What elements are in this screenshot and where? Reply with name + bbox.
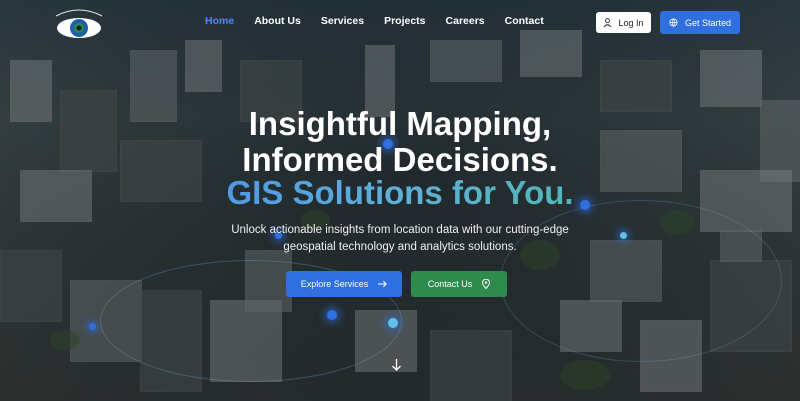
hero-headline-line2: Informed Decisions. (242, 141, 558, 178)
network-dot (89, 323, 96, 330)
globe-icon (669, 18, 678, 27)
hero-headline-line1: Insightful Mapping, (248, 105, 552, 142)
nav-projects[interactable]: Projects (384, 15, 425, 27)
nav-contact[interactable]: Contact (505, 15, 544, 27)
eye-globe-logo-icon (55, 9, 103, 38)
explore-services-button[interactable]: Explore Services (286, 271, 402, 297)
login-button[interactable]: Log In (596, 12, 651, 33)
nav-services[interactable]: Services (321, 15, 364, 27)
nav-about-us[interactable]: About Us (254, 15, 301, 27)
scroll-down-indicator[interactable] (391, 359, 402, 374)
arrow-down-icon (392, 359, 401, 371)
network-dot (327, 310, 337, 320)
get-started-label: Get Started (684, 17, 732, 28)
brand-logo[interactable] (52, 6, 106, 38)
explore-services-label: Explore Services (300, 279, 369, 289)
hero-headline-line3: GIS Solutions for You. (0, 175, 800, 211)
arrow-right-icon (378, 280, 388, 288)
network-dot (388, 318, 398, 328)
hero-section: Home About Us Services Projects Careers … (0, 0, 800, 401)
get-started-button[interactable]: Get Started (660, 11, 740, 34)
nav-home[interactable]: Home (205, 15, 234, 27)
nav-careers[interactable]: Careers (446, 15, 485, 27)
contact-us-label: Contact Us (427, 279, 473, 289)
network-dot (620, 232, 627, 239)
user-icon (604, 18, 612, 27)
hero-subtitle: Unlock actionable insights from location… (231, 224, 569, 253)
contact-us-button[interactable]: Contact Us (411, 271, 507, 297)
login-label: Log In (618, 17, 644, 28)
main-nav: Home About Us Services Projects Careers … (205, 15, 544, 27)
map-pin-icon (482, 279, 491, 289)
